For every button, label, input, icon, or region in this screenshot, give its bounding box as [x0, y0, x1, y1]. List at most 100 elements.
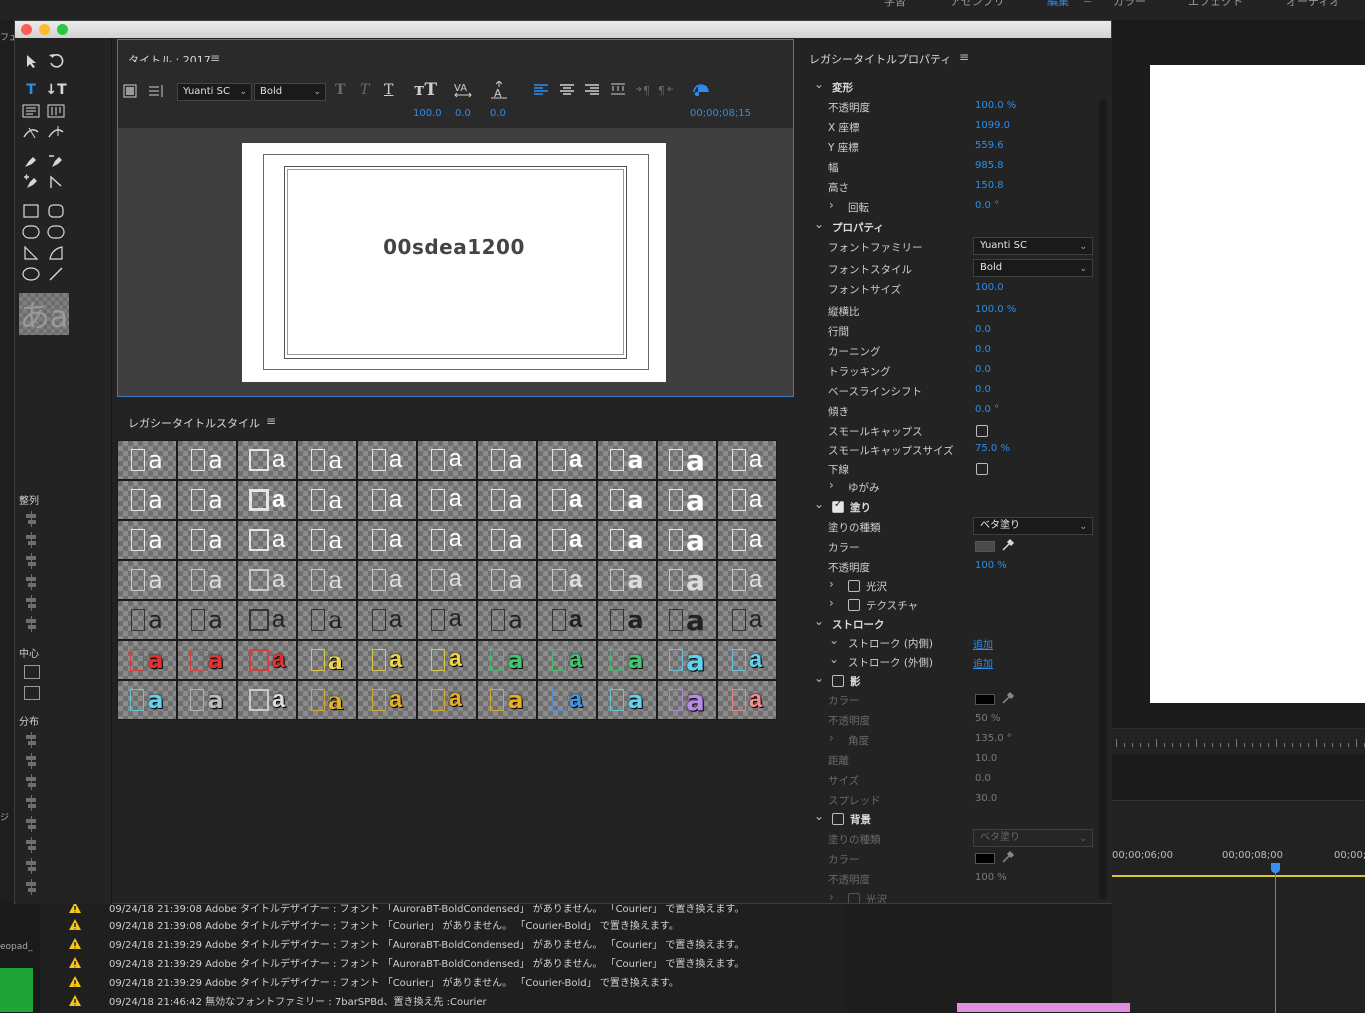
- style-swatch[interactable]: a: [298, 561, 356, 599]
- style-swatch[interactable]: a: [598, 681, 656, 719]
- style-swatch[interactable]: a: [418, 641, 476, 679]
- workspace-tab[interactable]: ≡: [1083, 0, 1092, 6]
- section-label[interactable]: ストローク: [832, 617, 885, 632]
- section-label[interactable]: 背景: [850, 812, 871, 827]
- property-dropdown[interactable]: ベタ塗り ⌄: [973, 829, 1093, 847]
- style-swatch[interactable]: a: [298, 521, 356, 559]
- property-checkbox[interactable]: [848, 599, 860, 611]
- property-value[interactable]: 100.0 %: [975, 100, 1016, 111]
- style-swatch[interactable]: a: [178, 641, 236, 679]
- property-checkbox[interactable]: [848, 893, 860, 903]
- style-swatch[interactable]: a: [238, 441, 296, 479]
- playhead-handle[interactable]: [1271, 863, 1280, 873]
- style-swatch[interactable]: a: [658, 681, 716, 719]
- chevron-right-icon[interactable]: ›: [829, 890, 834, 903]
- tab-left-icon[interactable]: ¶: [658, 82, 674, 100]
- work-area-bar[interactable]: [1112, 875, 1365, 877]
- style-swatch[interactable]: a: [118, 601, 176, 639]
- eyedropper-icon[interactable]: [1001, 538, 1015, 555]
- style-swatch[interactable]: a: [238, 681, 296, 719]
- style-swatch[interactable]: a: [178, 441, 236, 479]
- tab-right-icon[interactable]: ¶: [635, 82, 651, 100]
- kerning-value[interactable]: 0.0: [455, 108, 471, 119]
- style-swatch[interactable]: a: [598, 521, 656, 559]
- style-swatch[interactable]: a: [418, 681, 476, 719]
- style-swatch[interactable]: a: [358, 561, 416, 599]
- distribute-object-icon-7[interactable]: [24, 858, 40, 874]
- chevron-right-icon[interactable]: ›: [829, 731, 834, 745]
- workspace-tab[interactable]: オーディオ: [1286, 0, 1340, 9]
- style-swatch[interactable]: a: [658, 601, 716, 639]
- style-swatch[interactable]: a: [178, 561, 236, 599]
- property-value[interactable]: 0.0 °: [975, 404, 999, 415]
- style-swatch[interactable]: a: [478, 521, 536, 559]
- property-dropdown[interactable]: Bold ⌄: [973, 259, 1093, 277]
- style-swatch[interactable]: a: [598, 481, 656, 519]
- property-dropdown[interactable]: ベタ塗り ⌄: [973, 517, 1093, 535]
- section-label[interactable]: 変形: [832, 80, 853, 95]
- chevron-right-icon[interactable]: ⌄: [829, 633, 839, 647]
- style-swatch[interactable]: a: [658, 441, 716, 479]
- property-value[interactable]: 150.8: [975, 180, 1004, 191]
- distribute-object-icon-5[interactable]: [24, 816, 40, 832]
- style-swatch[interactable]: a: [478, 681, 536, 719]
- playhead[interactable]: [1275, 863, 1276, 1013]
- chevron-down-icon[interactable]: ⌄: [814, 217, 824, 231]
- style-swatch[interactable]: a: [358, 521, 416, 559]
- style-swatch[interactable]: a: [598, 561, 656, 599]
- style-swatch[interactable]: a: [658, 641, 716, 679]
- font-size-value[interactable]: 100.0: [413, 108, 442, 119]
- style-swatch[interactable]: a: [178, 481, 236, 519]
- style-swatch[interactable]: a: [238, 481, 296, 519]
- style-swatch[interactable]: a: [718, 561, 776, 599]
- distribute-object-icon-1[interactable]: [24, 732, 40, 748]
- style-swatch[interactable]: a: [298, 481, 356, 519]
- style-swatch[interactable]: a: [718, 441, 776, 479]
- center-horizontal-icon[interactable]: [24, 665, 40, 679]
- color-swatch[interactable]: [975, 694, 995, 705]
- style-swatch[interactable]: a: [298, 601, 356, 639]
- property-value[interactable]: 100.0: [975, 282, 1004, 293]
- baseline-shift-icon[interactable]: A: [490, 80, 508, 103]
- properties-panel-menu-icon[interactable]: ≡: [959, 50, 969, 64]
- property-value[interactable]: 100 %: [975, 560, 1007, 571]
- center-vertical-icon[interactable]: [24, 686, 40, 700]
- workspace-tab[interactable]: 学習: [884, 0, 906, 9]
- style-swatch[interactable]: a: [598, 601, 656, 639]
- style-swatch[interactable]: a: [358, 641, 416, 679]
- align-object-icon-5[interactable]: [24, 595, 40, 611]
- property-value[interactable]: 985.8: [975, 160, 1004, 171]
- font-family-select[interactable]: Yuanti SC ⌄: [177, 83, 252, 101]
- align-object-icon-3[interactable]: [24, 553, 40, 569]
- style-swatch[interactable]: a: [118, 641, 176, 679]
- style-swatch[interactable]: a: [598, 641, 656, 679]
- log-row[interactable]: 09/24/18 21:39:29 Adobe タイトルデザイナー : フォント…: [40, 953, 846, 972]
- style-swatch[interactable]: a: [238, 561, 296, 599]
- style-swatch[interactable]: a: [718, 481, 776, 519]
- style-swatch[interactable]: a: [538, 441, 596, 479]
- chevron-down-icon[interactable]: ⌄: [814, 809, 824, 823]
- log-row[interactable]: 09/24/18 21:39:08 Adobe タイトルデザイナー : フォント…: [40, 915, 846, 934]
- style-swatch[interactable]: a: [238, 641, 296, 679]
- distribute-object-icon-3[interactable]: [24, 774, 40, 790]
- chevron-right-icon[interactable]: ›: [829, 198, 834, 212]
- color-swatch[interactable]: [975, 853, 995, 864]
- style-swatch[interactable]: a: [658, 521, 716, 559]
- property-value[interactable]: 0.0: [975, 773, 991, 784]
- style-swatch[interactable]: a: [118, 681, 176, 719]
- background-timecode[interactable]: 00;00;08;15: [690, 108, 751, 119]
- workspace-tab[interactable]: アセンブリ: [950, 0, 1004, 9]
- kerning-icon[interactable]: VA: [454, 81, 472, 103]
- align-object-icon-1[interactable]: [24, 511, 40, 527]
- style-swatch[interactable]: a: [298, 441, 356, 479]
- style-swatch[interactable]: a: [658, 481, 716, 519]
- property-value[interactable]: 10.0: [975, 753, 997, 764]
- style-swatch[interactable]: a: [178, 521, 236, 559]
- chevron-down-icon[interactable]: ⌄: [814, 77, 824, 91]
- minimize-window-button[interactable]: [39, 24, 50, 35]
- style-swatch[interactable]: a: [478, 441, 536, 479]
- bold-icon[interactable]: T: [335, 82, 345, 98]
- style-swatch[interactable]: a: [118, 441, 176, 479]
- style-swatch[interactable]: a: [478, 641, 536, 679]
- style-swatch[interactable]: a: [358, 481, 416, 519]
